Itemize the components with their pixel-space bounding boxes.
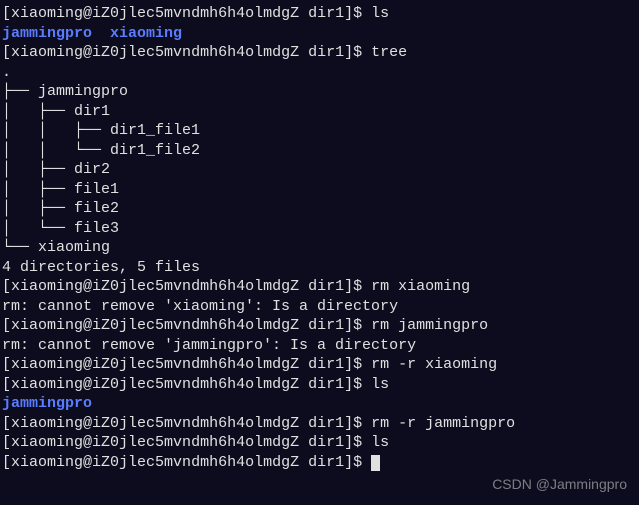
command-text: rm -r jammingpro (371, 415, 515, 432)
tree-summary: 4 directories, 5 files (2, 258, 637, 278)
tree-output: └── xiaoming (2, 238, 637, 258)
tree-output: │ ├── dir1 (2, 102, 637, 122)
prompt-line: [xiaoming@iZ0jlec5mvndmh6h4olmdgZ dir1]$… (2, 433, 637, 453)
bracket-open: [ (2, 5, 11, 22)
dir-entry: xiaoming (110, 25, 182, 42)
prompt-host: iZ0jlec5mvndmh6h4olmdgZ (92, 5, 299, 22)
bracket-close: ]$ (344, 5, 362, 22)
prompt-user: xiaoming (11, 5, 83, 22)
command-text: rm xiaoming (371, 278, 470, 295)
tree-output: │ └── file3 (2, 219, 637, 239)
command-text: ls (371, 376, 389, 393)
tree-output: │ ├── file1 (2, 180, 637, 200)
command-text: rm jammingpro (371, 317, 488, 334)
ls-output: jammingpro xiaoming (2, 24, 637, 44)
tree-output: │ │ ├── dir1_file1 (2, 121, 637, 141)
tree-output: . (2, 63, 637, 83)
dir-entry: jammingpro (2, 395, 92, 412)
prompt-line: [xiaoming@iZ0jlec5mvndmh6h4olmdgZ dir1]$… (2, 375, 637, 395)
command-text: tree (371, 44, 407, 61)
prompt-cwd: dir1 (308, 5, 344, 22)
watermark: CSDN @Jammingpro (492, 475, 627, 493)
dir-entry: jammingpro (2, 25, 92, 42)
tree-output: │ ├── dir2 (2, 160, 637, 180)
prompt-line-active[interactable]: [xiaoming@iZ0jlec5mvndmh6h4olmdgZ dir1]$ (2, 453, 637, 473)
tree-output: │ ├── file2 (2, 199, 637, 219)
cursor-icon (371, 455, 380, 471)
at: @ (83, 5, 92, 22)
error-output: rm: cannot remove 'jammingpro': Is a dir… (2, 336, 637, 356)
tree-output: │ │ └── dir1_file2 (2, 141, 637, 161)
ls-output: jammingpro (2, 394, 637, 414)
terminal[interactable]: [xiaoming@iZ0jlec5mvndmh6h4olmdgZ dir1]$… (2, 4, 637, 472)
error-output: rm: cannot remove 'xiaoming': Is a direc… (2, 297, 637, 317)
command-text: rm -r xiaoming (371, 356, 497, 373)
prompt-line: [xiaoming@iZ0jlec5mvndmh6h4olmdgZ dir1]$… (2, 355, 637, 375)
prompt-line: [xiaoming@iZ0jlec5mvndmh6h4olmdgZ dir1]$… (2, 43, 637, 63)
command-text: ls (371, 434, 389, 451)
prompt-line: [xiaoming@iZ0jlec5mvndmh6h4olmdgZ dir1]$… (2, 277, 637, 297)
command-text: ls (371, 5, 389, 22)
tree-output: ├── jammingpro (2, 82, 637, 102)
prompt-line: [xiaoming@iZ0jlec5mvndmh6h4olmdgZ dir1]$… (2, 414, 637, 434)
prompt-line: [xiaoming@iZ0jlec5mvndmh6h4olmdgZ dir1]$… (2, 316, 637, 336)
prompt-line: [xiaoming@iZ0jlec5mvndmh6h4olmdgZ dir1]$… (2, 4, 637, 24)
